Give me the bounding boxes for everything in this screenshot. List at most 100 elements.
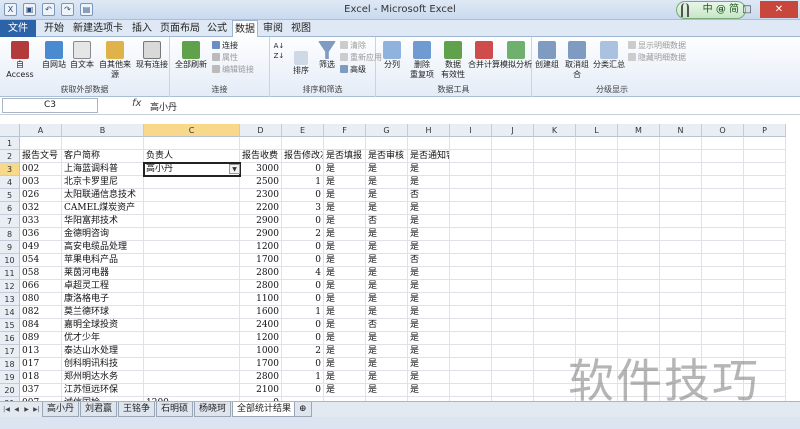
- clear-button[interactable]: 清除: [340, 41, 366, 51]
- cell[interactable]: [660, 137, 702, 150]
- show-detail-button[interactable]: 显示明细数据: [628, 41, 686, 51]
- cell[interactable]: [144, 215, 240, 228]
- cell[interactable]: 0: [282, 254, 324, 267]
- cell[interactable]: [144, 345, 240, 358]
- cell[interactable]: [744, 332, 786, 345]
- cell[interactable]: 0: [282, 293, 324, 306]
- cell[interactable]: [576, 215, 618, 228]
- from-text-button[interactable]: 自文本: [68, 41, 96, 70]
- cell[interactable]: 032: [20, 202, 62, 215]
- cell[interactable]: 2: [282, 345, 324, 358]
- cell[interactable]: [576, 280, 618, 293]
- cell[interactable]: 2500: [240, 176, 282, 189]
- cell[interactable]: 054: [20, 254, 62, 267]
- cell[interactable]: 2300: [240, 189, 282, 202]
- cell[interactable]: [450, 163, 492, 176]
- sheet-tab[interactable]: 全部统计结果: [232, 402, 297, 417]
- cell[interactable]: 0: [282, 280, 324, 293]
- cell[interactable]: [576, 137, 618, 150]
- cell[interactable]: [576, 176, 618, 189]
- cell[interactable]: [144, 137, 240, 150]
- cell[interactable]: [618, 319, 660, 332]
- cell[interactable]: [450, 345, 492, 358]
- cell[interactable]: [534, 150, 576, 163]
- cell[interactable]: 066: [20, 280, 62, 293]
- cell[interactable]: 是: [366, 293, 408, 306]
- cell[interactable]: [450, 228, 492, 241]
- cell[interactable]: 026: [20, 189, 62, 202]
- cell[interactable]: [492, 319, 534, 332]
- column-header-d[interactable]: D: [240, 124, 282, 137]
- cell[interactable]: 是: [324, 345, 366, 358]
- cell[interactable]: 华阳富邦技术: [62, 215, 144, 228]
- cell[interactable]: [492, 345, 534, 358]
- cell[interactable]: 是: [366, 332, 408, 345]
- cell[interactable]: [450, 150, 492, 163]
- close-button[interactable]: ✕: [760, 1, 798, 18]
- advanced-button[interactable]: 高级: [340, 65, 366, 75]
- cell[interactable]: 003: [20, 176, 62, 189]
- cell[interactable]: [534, 267, 576, 280]
- row-header[interactable]: 11: [0, 267, 20, 280]
- cell[interactable]: 是: [408, 202, 450, 215]
- sheet-tab[interactable]: 王铭争: [118, 402, 156, 417]
- cell[interactable]: [144, 202, 240, 215]
- row-header[interactable]: 18: [0, 358, 20, 371]
- cell[interactable]: 否: [366, 319, 408, 332]
- cell[interactable]: [576, 202, 618, 215]
- row-header[interactable]: 12: [0, 280, 20, 293]
- row-header[interactable]: 19: [0, 371, 20, 384]
- cell[interactable]: 1200: [240, 332, 282, 345]
- cell[interactable]: 2800: [240, 267, 282, 280]
- cell[interactable]: [660, 293, 702, 306]
- cell[interactable]: [450, 137, 492, 150]
- cell[interactable]: [144, 189, 240, 202]
- tab-insert[interactable]: 插入: [128, 20, 156, 37]
- cell[interactable]: [408, 137, 450, 150]
- cell[interactable]: [492, 332, 534, 345]
- cell[interactable]: [618, 241, 660, 254]
- cell[interactable]: [534, 189, 576, 202]
- cell[interactable]: [534, 319, 576, 332]
- cell[interactable]: [576, 241, 618, 254]
- sort-button[interactable]: 排序: [288, 51, 314, 76]
- sort-az-button[interactable]: A↓ Z↓: [272, 41, 286, 61]
- cell[interactable]: 是: [408, 306, 450, 319]
- refresh-all-button[interactable]: 全部刷新: [174, 41, 208, 70]
- cell[interactable]: 是: [324, 267, 366, 280]
- column-header-i[interactable]: I: [450, 124, 492, 137]
- cell[interactable]: [534, 241, 576, 254]
- cell[interactable]: [144, 241, 240, 254]
- cell[interactable]: [144, 267, 240, 280]
- row-header[interactable]: 13: [0, 293, 20, 306]
- cell[interactable]: 1200: [240, 241, 282, 254]
- cell[interactable]: 是: [408, 332, 450, 345]
- cell[interactable]: [702, 150, 744, 163]
- cell[interactable]: [450, 189, 492, 202]
- cell[interactable]: [144, 293, 240, 306]
- cell[interactable]: [618, 137, 660, 150]
- cell[interactable]: 018: [20, 371, 62, 384]
- cell[interactable]: [492, 306, 534, 319]
- cell[interactable]: [702, 189, 744, 202]
- cell[interactable]: [492, 215, 534, 228]
- cell[interactable]: 2200: [240, 202, 282, 215]
- cell[interactable]: 是: [366, 384, 408, 397]
- cell[interactable]: [492, 293, 534, 306]
- cell[interactable]: 0: [282, 163, 324, 176]
- cell[interactable]: [744, 137, 786, 150]
- row-header[interactable]: 17: [0, 345, 20, 358]
- cell[interactable]: [534, 306, 576, 319]
- cell[interactable]: [450, 254, 492, 267]
- row-header[interactable]: 14: [0, 306, 20, 319]
- cell[interactable]: [144, 306, 240, 319]
- cell[interactable]: [702, 332, 744, 345]
- cell[interactable]: 是: [324, 241, 366, 254]
- header-cell[interactable]: 是否审核: [366, 150, 408, 163]
- cell[interactable]: [702, 137, 744, 150]
- cell[interactable]: 1: [282, 371, 324, 384]
- column-header-f[interactable]: F: [324, 124, 366, 137]
- cell[interactable]: 2900: [240, 228, 282, 241]
- cell[interactable]: [534, 176, 576, 189]
- cell[interactable]: 033: [20, 215, 62, 228]
